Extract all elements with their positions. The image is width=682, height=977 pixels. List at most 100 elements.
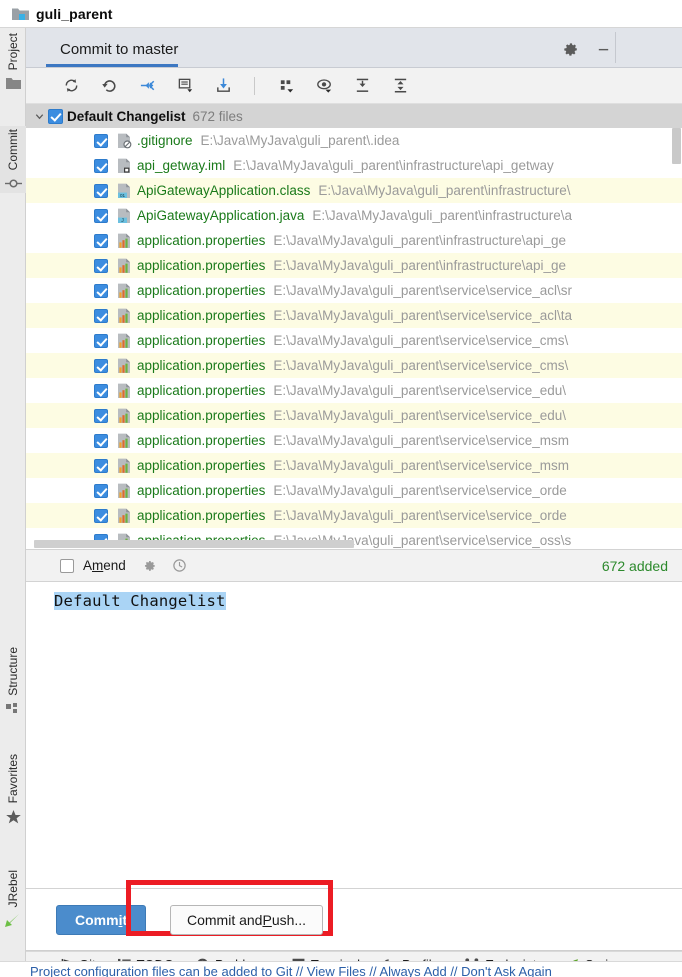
table-row[interactable]: application.properties E:\Java\MyJava\gul… [26, 378, 682, 403]
sidebar-item-commit[interactable]: Commit [0, 126, 26, 194]
horizontal-scrollbar[interactable] [26, 539, 671, 549]
commit-and-push-button[interactable]: Commit and Push... [170, 905, 324, 935]
vertical-scrollbar-thumb[interactable] [672, 128, 681, 164]
commit-message-text[interactable]: Default Changelist [54, 592, 226, 610]
file-path: E:\Java\MyJava\guli_parent\infrastructur… [233, 158, 554, 173]
file-name: application.properties [137, 433, 266, 448]
sidebar-item-favorites[interactable]: Favorites [0, 751, 26, 827]
file-name: ApiGatewayApplication.java [137, 208, 305, 223]
file-checkbox[interactable] [94, 208, 108, 223]
page-title: guli_parent [36, 5, 113, 22]
folder-icon [5, 77, 21, 93]
sidebar-item-structure[interactable]: Structure [0, 644, 26, 719]
amend-label: Amend [83, 558, 126, 573]
group-by-icon[interactable] [273, 74, 299, 98]
commit-message-input[interactable]: Default Changelist [26, 582, 682, 889]
table-row[interactable]: application.properties E:\Java\MyJava\gul… [26, 253, 682, 278]
vertical-scrollbar[interactable] [671, 128, 682, 549]
minimize-icon[interactable] [595, 41, 612, 58]
clock-icon[interactable] [172, 558, 187, 573]
properties-file-icon [117, 483, 132, 499]
table-row[interactable]: application.properties E:\Java\MyJava\gul… [26, 503, 682, 528]
table-row[interactable]: 01 ApiGatewayApplication.class E:\Java\MyJ… [26, 178, 682, 203]
sidebar-item-jrebel-label: JRebel [6, 869, 20, 907]
file-checkbox[interactable] [94, 358, 108, 373]
table-row[interactable]: .gitignore E:\Java\MyJava\guli_parent\.id… [26, 128, 682, 153]
table-row[interactable]: application.properties E:\Java\MyJava\gul… [26, 453, 682, 478]
class-file-icon: 01 [117, 183, 132, 199]
changelist-root-row[interactable]: Default Changelist 672 files [26, 104, 682, 128]
file-path: E:\Java\MyJava\guli_parent\service\servi… [273, 433, 569, 448]
properties-file-icon [117, 258, 132, 274]
file-checkbox[interactable] [94, 258, 108, 273]
commit-button[interactable]: Comm i t [56, 904, 147, 935]
amend-checkbox[interactable] [60, 558, 74, 573]
svg-text:01: 01 [120, 192, 126, 197]
file-path: E:\Java\MyJava\guli_parent\.idea [200, 133, 400, 148]
file-name: application.properties [137, 283, 266, 298]
file-name: application.properties [137, 333, 266, 348]
file-checkbox[interactable] [94, 458, 108, 473]
expand-all-icon[interactable] [349, 74, 375, 98]
file-checkbox[interactable] [94, 483, 108, 498]
iml-file-icon [117, 158, 132, 174]
table-row[interactable]: application.properties E:\Java\MyJava\gul… [26, 428, 682, 453]
properties-file-icon [117, 458, 132, 474]
message-icon[interactable] [172, 74, 198, 98]
table-row[interactable]: application.properties E:\Java\MyJava\gul… [26, 353, 682, 378]
file-name: application.properties [137, 483, 266, 498]
table-row[interactable]: application.properties E:\Java\MyJava\gul… [26, 478, 682, 503]
gitignore-file-icon [117, 133, 132, 149]
file-checkbox[interactable] [94, 308, 108, 323]
file-name: api_getway.iml [137, 158, 226, 173]
changelist-file-count: 672 files [192, 108, 243, 124]
file-checkbox[interactable] [94, 183, 108, 198]
update-icon[interactable] [210, 74, 236, 98]
file-checkbox[interactable] [94, 383, 108, 398]
properties-file-icon [117, 383, 132, 399]
table-row[interactable]: application.properties E:\Java\MyJava\gul… [26, 403, 682, 428]
properties-file-icon [117, 408, 132, 424]
changes-list[interactable]: Default Changelist 672 files .gitignore E… [26, 104, 682, 550]
star-icon [5, 810, 21, 827]
file-checkbox[interactable] [94, 283, 108, 298]
properties-file-icon [117, 233, 132, 249]
file-path: E:\Java\MyJava\guli_parent\service\servi… [273, 283, 572, 298]
structure-icon [6, 703, 20, 719]
changelist-name: Default Changelist [67, 108, 186, 124]
sidebar-item-jrebel[interactable]: JRebel [0, 867, 26, 931]
table-row[interactable]: application.properties E:\Java\MyJava\gul… [26, 278, 682, 303]
table-row[interactable]: application.properties E:\Java\MyJava\gul… [26, 303, 682, 328]
changelist-checkbox[interactable] [48, 108, 63, 124]
file-name: application.properties [137, 308, 266, 323]
file-name: application.properties [137, 458, 266, 473]
file-path: E:\Java\MyJava\guli_parent\service\servi… [273, 358, 569, 373]
file-checkbox[interactable] [94, 233, 108, 248]
sidebar-item-commit-label: Commit [6, 129, 20, 171]
tab-commit-to-master[interactable]: Commit to master [46, 41, 192, 67]
file-checkbox[interactable] [94, 333, 108, 348]
notification-text: Project configuration files can be added… [30, 964, 552, 977]
table-row[interactable]: application.properties E:\Java\MyJava\gul… [26, 328, 682, 353]
sidebar-item-project[interactable]: Project [0, 30, 26, 93]
chevron-down-icon[interactable] [34, 111, 48, 122]
file-checkbox[interactable] [94, 433, 108, 448]
diff-icon[interactable] [134, 74, 160, 98]
table-row[interactable]: api_getway.iml E:\Java\MyJava\guli_parent… [26, 153, 682, 178]
collapse-all-icon[interactable] [387, 74, 413, 98]
gear-icon[interactable] [562, 41, 579, 58]
table-row[interactable]: J ApiGatewayApplication.java E:\Java\MyJav… [26, 203, 682, 228]
toolbar-divider [254, 76, 255, 95]
file-checkbox[interactable] [94, 408, 108, 423]
horizontal-scrollbar-thumb[interactable] [34, 540, 354, 548]
commit-options-gear-icon[interactable] [142, 559, 156, 573]
file-checkbox[interactable] [94, 158, 108, 173]
table-row[interactable]: application.properties E:\Java\MyJava\gul… [26, 228, 682, 253]
notification-bar[interactable]: Project configuration files can be added… [0, 961, 682, 977]
commit-button-bar: Comm i t Commit and Push... [26, 889, 682, 951]
file-checkbox[interactable] [94, 133, 108, 148]
rollback-icon[interactable] [96, 74, 122, 98]
refresh-icon[interactable] [58, 74, 84, 98]
preview-eye-icon[interactable] [311, 74, 337, 98]
file-checkbox[interactable] [94, 508, 108, 523]
